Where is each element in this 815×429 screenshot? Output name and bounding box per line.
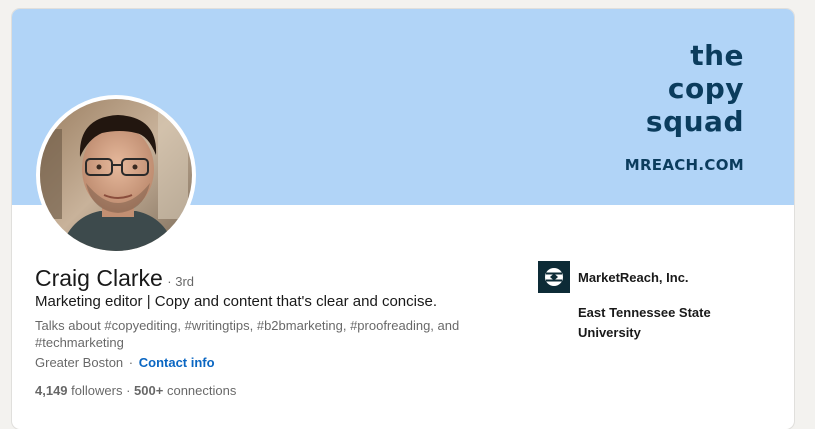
avatar-photo [40,99,192,251]
connections-label[interactable]: connections [167,383,236,398]
brand-line-3: squad [645,105,744,138]
current-company[interactable]: MarketReach, Inc. [538,261,689,293]
brand-line-2: copy [667,72,744,105]
profile-location: Greater Boston [35,355,124,370]
stats-separator: · [126,383,135,398]
name-row: Craig Clarke · 3rd [35,265,194,292]
network-stats: 4,149 followers · 500+ connections [35,383,236,398]
profile-name: Craig Clarke [35,265,163,291]
profile-headline: Marketing editor | Copy and content that… [35,293,437,310]
talks-about: Talks about #copyediting, #writingtips, … [35,318,460,350]
brand-line-1: the [690,39,744,72]
location-separator: · [128,355,134,370]
followers-label: followers [71,383,123,398]
contact-info-link[interactable]: Contact info [139,355,215,370]
location-row: Greater Boston · Contact info [35,355,215,370]
connections-count[interactable]: 500+ [134,383,163,398]
connection-degree: 3rd [175,274,195,289]
followers-count: 4,149 [35,383,68,398]
profile-card: the copy squad MREACH.COM Craig Clarke ·… [12,9,794,429]
education-school[interactable]: East Tennessee State University [578,303,728,343]
marketreach-logo-icon [538,261,570,293]
avatar[interactable] [40,99,192,251]
brand-url: MREACH.COM [624,156,744,174]
banner-brand: the copy squad MREACH.COM [625,39,744,174]
avatar-frame[interactable] [36,95,196,255]
company-name[interactable]: MarketReach, Inc. [578,270,689,285]
